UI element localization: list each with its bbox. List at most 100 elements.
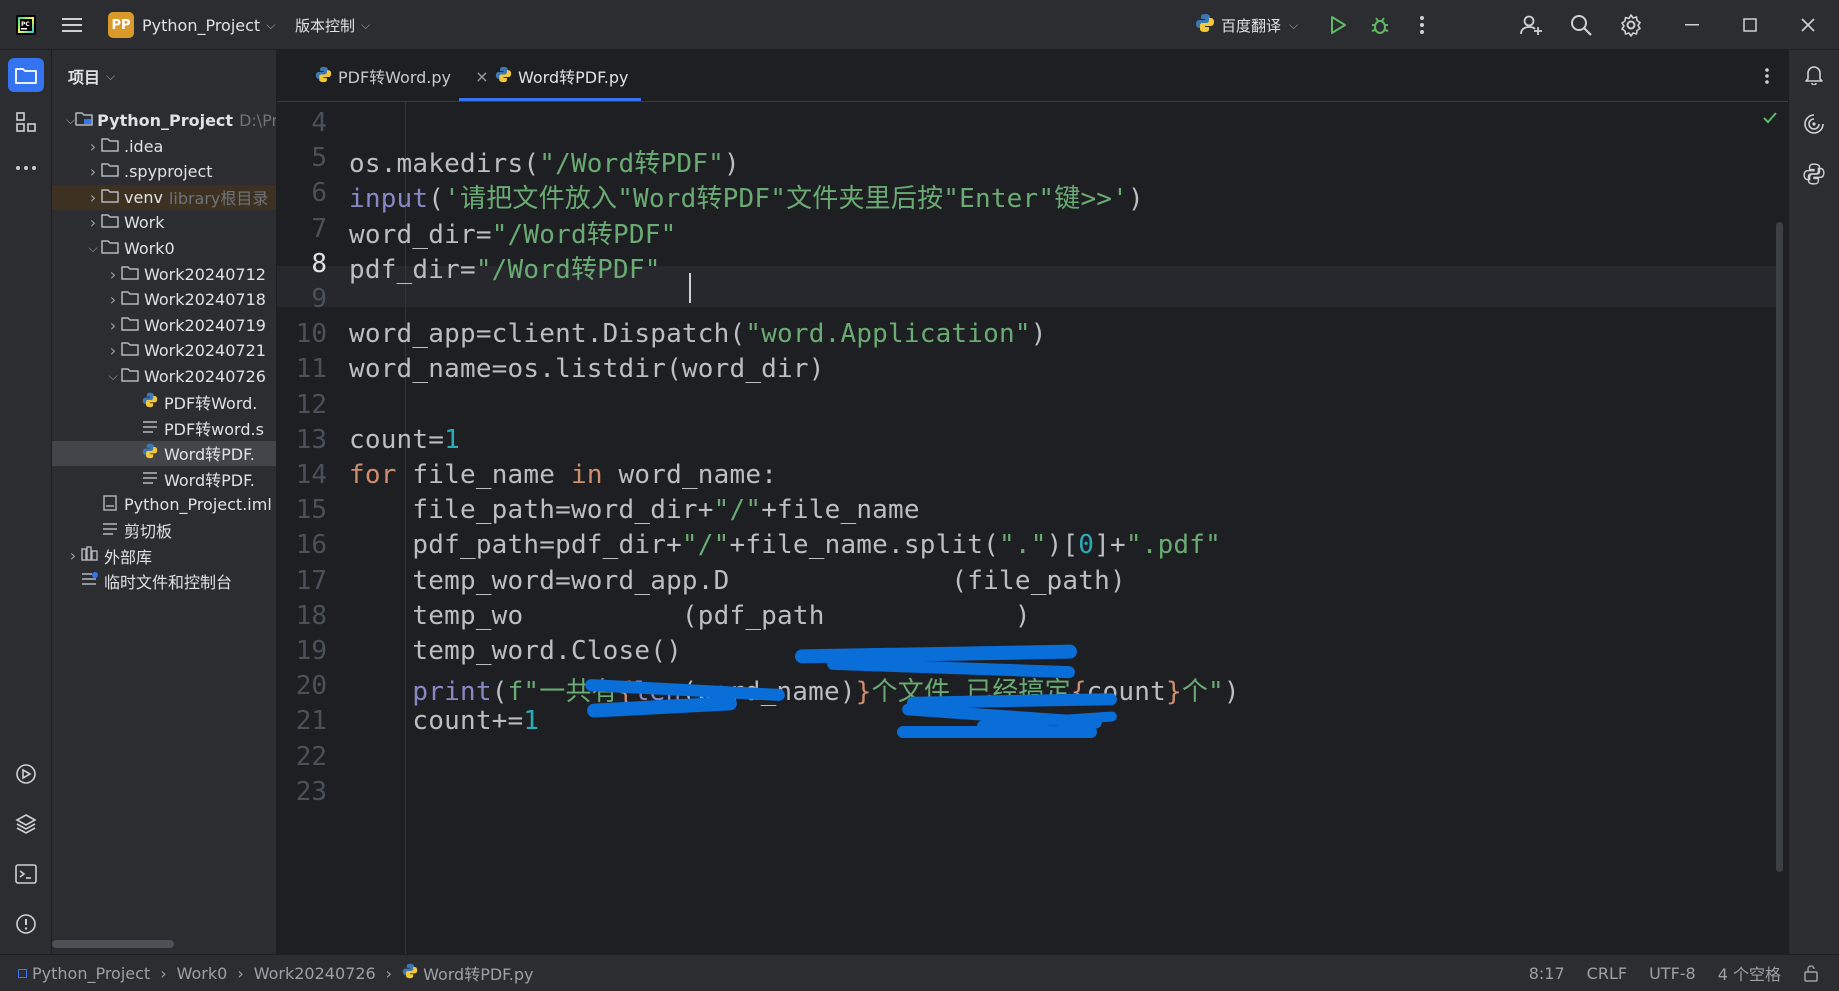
chevron-right-icon[interactable]: ›: [86, 162, 100, 181]
minimize-icon[interactable]: [1680, 13, 1704, 37]
search-icon[interactable]: [1568, 12, 1594, 38]
python-console-icon[interactable]: [1800, 160, 1828, 188]
vertical-scrollbar[interactable]: [1776, 222, 1783, 872]
tree-item[interactable]: › Work20240718: [52, 287, 276, 312]
code-line[interactable]: pdf_dir="/Word转PDF": [349, 249, 661, 286]
vcs-menu[interactable]: 版本控制 ⌵: [295, 0, 370, 50]
tree-item[interactable]: › Work20240721: [52, 338, 276, 363]
chevron-right-icon[interactable]: ›: [106, 265, 120, 284]
problems-icon[interactable]: [12, 910, 40, 938]
code-line[interactable]: file_path=word_dir+"/"+file_name: [349, 495, 920, 525]
close-icon[interactable]: [1796, 13, 1820, 37]
services-icon[interactable]: [12, 760, 40, 788]
line-separator[interactable]: CRLF: [1587, 964, 1627, 983]
code-token: "/": [681, 530, 730, 561]
line-number: 12: [295, 389, 327, 420]
no-problems-check-icon[interactable]: [1760, 108, 1780, 128]
breadcrumb-item[interactable]: Work20240726: [254, 964, 376, 983]
code-token: }: [855, 677, 872, 708]
tree-item[interactable]: PDF转Word.: [52, 390, 276, 415]
tree-item[interactable]: › Work: [52, 210, 276, 235]
tree-item[interactable]: › 外部库: [52, 543, 276, 568]
tree-item[interactable]: PDF转word.s: [52, 415, 276, 440]
more-vertical-icon[interactable]: [1412, 13, 1432, 37]
tree-item[interactable]: ⌵ Work0: [52, 236, 276, 261]
tree-item[interactable]: ⌵ Python_Project D:\Pr: [52, 108, 276, 133]
tree-item-label: Python_Project.iml: [124, 495, 272, 514]
code-line[interactable]: word_app=client.Dispatch("word.Applicati…: [349, 319, 1047, 349]
tree-item[interactable]: 临时文件和控制台: [52, 569, 276, 594]
code-token: "/": [713, 495, 762, 526]
code-line[interactable]: input('请把文件放入"Word转PDF"文件夹里后按"Enter"键>>'…: [349, 178, 1144, 215]
layers-icon[interactable]: [12, 810, 40, 838]
active-tab-underline: [459, 98, 641, 101]
tree-item[interactable]: › venv library根目录: [52, 184, 276, 210]
project-folder-icon[interactable]: [8, 58, 44, 92]
code-line[interactable]: os.makedirs("/Word转PDF"): [349, 143, 740, 180]
horizontal-scrollbar[interactable]: [52, 940, 174, 948]
chevron-down-icon[interactable]: ⌵: [86, 241, 100, 256]
project-switcher[interactable]: PP Python_Project ⌵: [108, 0, 275, 50]
tree-item[interactable]: Word转PDF.: [52, 466, 276, 491]
code-line[interactable]: word_name=os.listdir(word_dir): [349, 354, 825, 384]
tree-item-label: Work20240721: [144, 341, 266, 361]
code-token: (: [428, 184, 445, 215]
chevron-right-icon[interactable]: ›: [86, 137, 100, 156]
notifications-bell-icon[interactable]: [1800, 60, 1828, 88]
cursor-position[interactable]: 8:17: [1529, 964, 1565, 983]
chevron-right-icon[interactable]: ›: [106, 290, 120, 309]
line-number: 5: [311, 143, 327, 174]
indent-setting[interactable]: 4 个空格: [1718, 961, 1781, 985]
chevron-right-icon[interactable]: ›: [106, 316, 120, 335]
code-body[interactable]: 4 5 os.makedirs("/Word转PDF") 6 input('请把文件放入…: [277, 102, 1777, 954]
file-encoding[interactable]: UTF-8: [1649, 964, 1696, 983]
tree-item[interactable]: › Work20240719: [52, 313, 276, 338]
maximize-icon[interactable]: [1738, 13, 1762, 37]
tab-pdf-to-word[interactable]: PDF转Word.py: [315, 50, 451, 102]
tree-item-label: Work0: [124, 239, 175, 258]
run-icon[interactable]: [1326, 13, 1350, 37]
chevron-right-icon[interactable]: ›: [106, 341, 120, 360]
code-line[interactable]: temp_word=word_app.D (file_path): [349, 566, 1126, 596]
code-line[interactable]: temp_wo (pdf_path ): [349, 601, 1031, 631]
close-tab-icon[interactable]: ×: [472, 66, 492, 86]
code-line[interactable]: temp_word.Close(): [349, 636, 682, 666]
main-menu-icon[interactable]: [58, 13, 86, 37]
code-line[interactable]: count+=1: [349, 706, 539, 736]
chevron-right-icon[interactable]: ›: [86, 188, 100, 207]
settings-gear-icon[interactable]: [1618, 12, 1644, 38]
code-line[interactable]: count=1: [349, 425, 460, 455]
app-logo-icon[interactable]: PC: [14, 13, 38, 37]
line-number: 17: [295, 565, 327, 596]
lock-icon[interactable]: [1803, 964, 1819, 982]
tab-options-icon[interactable]: [1757, 64, 1777, 88]
add-user-icon[interactable]: [1518, 12, 1544, 38]
line-number: 22: [295, 741, 327, 772]
breadcrumb-item[interactable]: Python_Project: [18, 964, 150, 983]
chevron-down-icon[interactable]: ⌵: [66, 113, 75, 128]
debug-icon[interactable]: [1368, 13, 1392, 37]
terminal-icon[interactable]: [12, 860, 40, 888]
python-icon: [1195, 13, 1215, 37]
tree-item[interactable]: › Work20240712: [52, 262, 276, 287]
chevron-down-icon[interactable]: ⌵: [106, 369, 120, 384]
run-config-selector[interactable]: 百度翻译 ⌵: [1195, 0, 1298, 50]
code-line[interactable]: word_dir="/Word转PDF": [349, 214, 676, 251]
tree-item[interactable]: › .idea: [52, 134, 276, 159]
code-line[interactable]: for file_name in word_name:: [349, 460, 777, 490]
chevron-right-icon[interactable]: ›: [86, 213, 100, 232]
project-panel-header[interactable]: 项目 ⌵: [68, 64, 115, 88]
tree-item[interactable]: › .spyproject: [52, 159, 276, 184]
breadcrumb-item[interactable]: Work0: [177, 964, 228, 983]
tab-word-to-pdf[interactable]: Word转PDF.py: [495, 50, 628, 102]
tree-item[interactable]: 剪切板: [52, 518, 276, 543]
chevron-right-icon[interactable]: ›: [66, 546, 80, 565]
tree-item[interactable]: ⌵ Work20240726: [52, 364, 276, 389]
breadcrumb-item[interactable]: Word转PDF.py: [402, 961, 534, 985]
tree-item[interactable]: Word转PDF.: [52, 440, 276, 466]
ai-assistant-icon[interactable]: [1800, 110, 1828, 138]
tree-item[interactable]: Python_Project.iml: [52, 492, 276, 517]
more-tools-icon[interactable]: [12, 154, 40, 182]
code-line[interactable]: pdf_path=pdf_dir+"/"+file_name.split("."…: [349, 530, 1221, 560]
structure-icon[interactable]: [12, 108, 40, 136]
